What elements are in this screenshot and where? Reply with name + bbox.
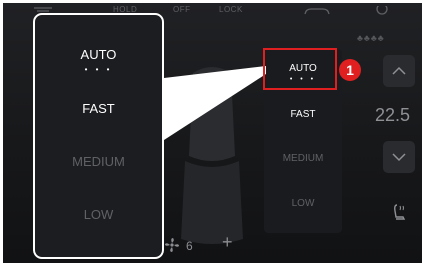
zoom-option-auto[interactable]: AUTO • • • xyxy=(35,47,162,74)
zoom-option-auto-label: AUTO xyxy=(80,47,117,62)
zoom-option-low[interactable]: LOW xyxy=(35,207,162,222)
zoom-auto-dots: • • • xyxy=(84,65,113,74)
callout-badge: 1 xyxy=(339,59,361,81)
zoom-option-fast[interactable]: FAST xyxy=(35,101,162,116)
zoom-option-medium[interactable]: MEDIUM xyxy=(35,154,162,169)
zoomed-fan-mode-menu: AUTO • • • FAST MEDIUM LOW xyxy=(33,13,164,259)
selected-option-highlight xyxy=(263,48,337,90)
